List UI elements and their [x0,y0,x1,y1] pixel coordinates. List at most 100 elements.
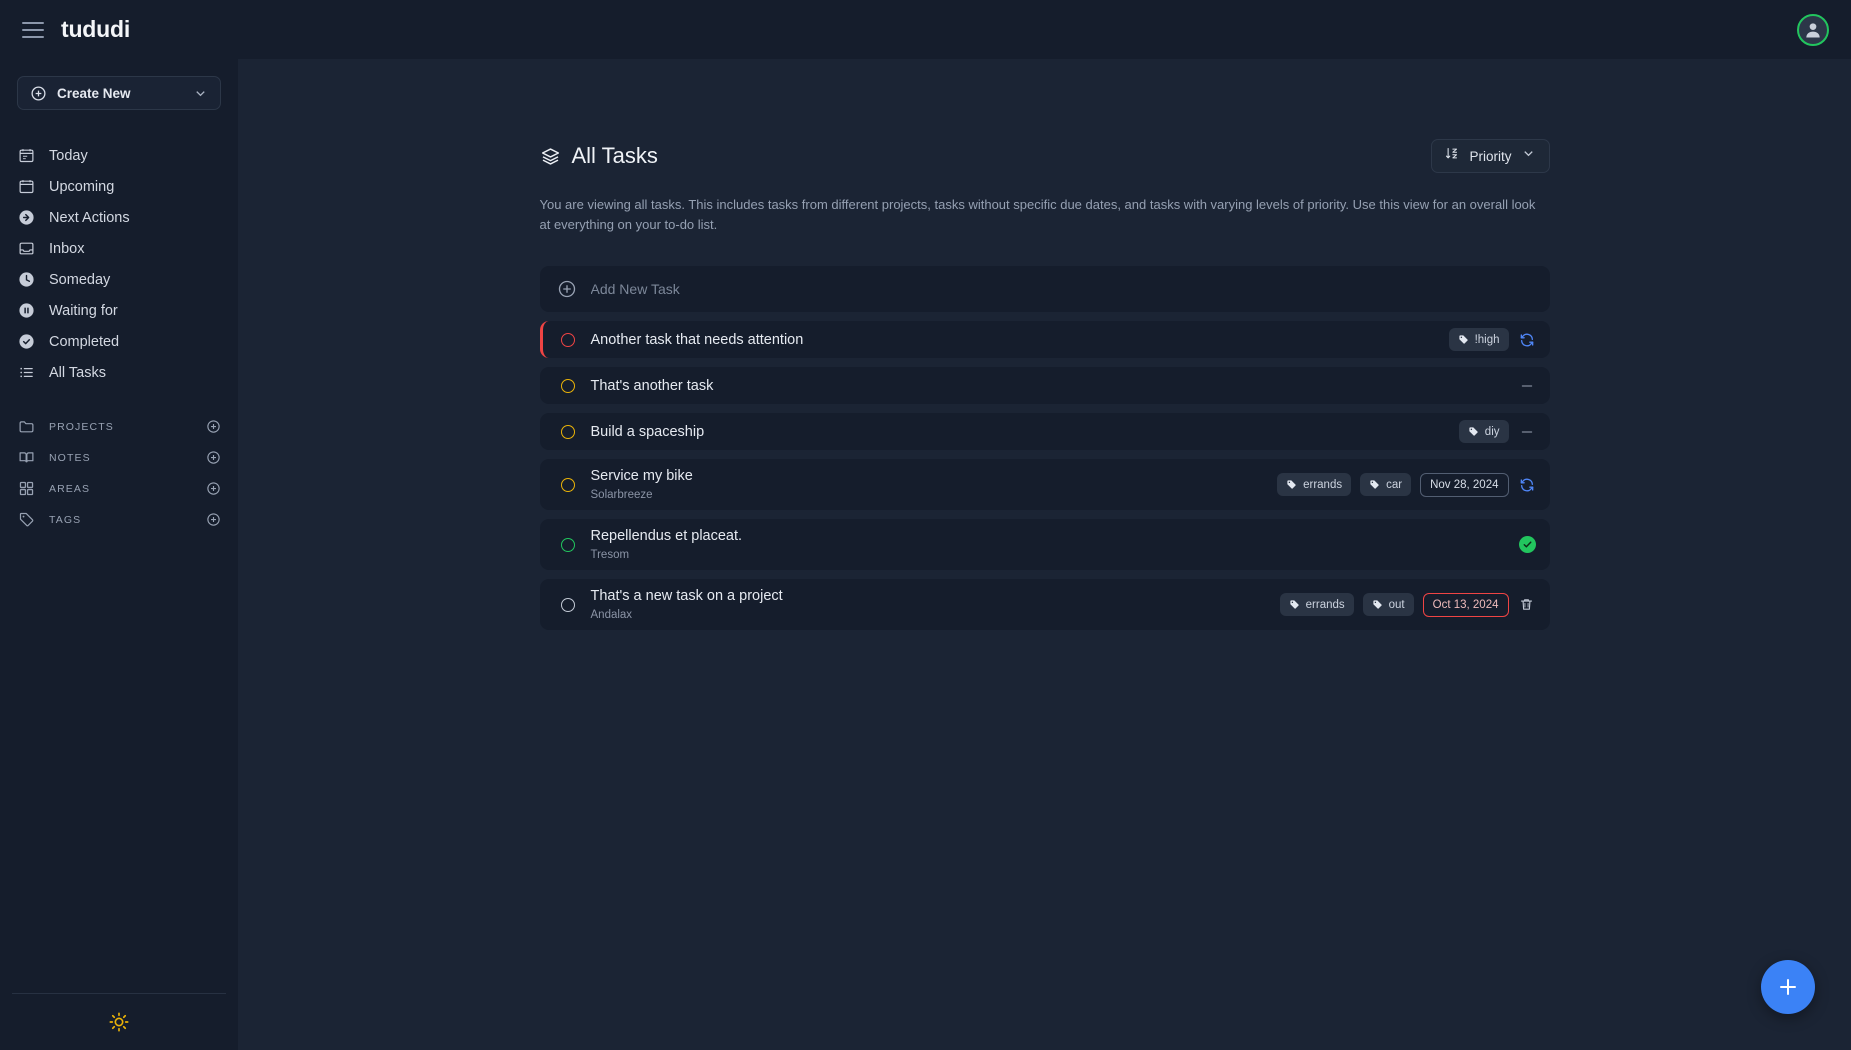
task-main: Service my bike Solarbreeze [591,466,1278,503]
task-actions [1518,377,1536,395]
section-label: PROJECTS [49,420,114,433]
sidebar-section-areas[interactable]: AREAS [0,473,238,504]
page-header: All Tasks Priority [540,139,1550,173]
task-title: That's a new task on a project [590,588,783,604]
sidebar-section-notes[interactable]: NOTES [0,442,238,473]
task-main: Build a spaceship [591,422,1459,442]
sidebar-section-projects[interactable]: PROJECTS [0,411,238,442]
sidebar-section-tags[interactable]: TAGS [0,504,238,535]
dash-icon[interactable] [1518,423,1536,441]
sidebar-item-next-actions[interactable]: Next Actions [0,202,238,233]
tag-icon [1458,334,1469,345]
arrow-right-circle-icon [17,208,36,227]
dash-icon[interactable] [1518,377,1536,395]
sidebar-item-inbox[interactable]: Inbox [0,233,238,264]
sidebar-item-today[interactable]: Today [0,140,238,171]
sidebar-item-all-tasks[interactable]: All Tasks [0,357,238,388]
sidebar-item-label: Someday [49,271,111,288]
sidebar-item-upcoming[interactable]: Upcoming [0,171,238,202]
section-label: TAGS [49,513,82,526]
task-row[interactable]: Service my bike Solarbreeze errands car … [539,459,1550,510]
app-brand-title: tududi [61,16,131,42]
task-title: Another task that needs attention [590,331,804,348]
add-project-button[interactable] [205,419,221,435]
done-check-icon[interactable] [1518,536,1536,553]
task-row[interactable]: Another task that needs attention !high [539,321,1550,358]
task-checkbox[interactable] [560,477,575,492]
book-open-icon [17,448,36,467]
task-checkbox[interactable] [560,597,575,612]
chevron-down-icon [196,90,205,96]
user-avatar[interactable] [1797,13,1829,46]
sidebar-item-waiting-for[interactable]: Waiting for [0,295,238,326]
refresh-icon[interactable] [1518,331,1536,349]
sun-icon[interactable] [108,1011,130,1033]
task-row[interactable]: That's another task [539,367,1550,404]
task-actions [1518,536,1536,553]
add-new-task-bar[interactable] [539,266,1550,312]
task-checkbox[interactable] [560,332,575,347]
hamburger-menu-icon[interactable] [22,21,44,38]
add-task-fab[interactable] [1761,960,1815,1014]
tag-icon [17,510,36,529]
add-tag-button[interactable] [205,512,221,528]
sidebar-item-someday[interactable]: Someday [0,264,238,295]
task-checkbox[interactable] [560,537,575,552]
task-main: Another task that needs attention [591,330,1449,350]
task-project: Andalax [590,609,633,621]
task-row[interactable]: Build a spaceship diy [539,413,1550,450]
layers-icon [540,146,561,167]
task-checkbox[interactable] [560,424,575,439]
task-tag[interactable]: car [1360,473,1412,496]
squares-grid-icon [17,479,36,498]
task-tag-label: out [1388,598,1405,611]
add-area-button[interactable] [205,481,221,497]
tag-icon [1372,599,1383,610]
pause-circle-icon [17,301,36,320]
task-tag[interactable]: out [1362,593,1414,616]
clock-icon [17,270,36,289]
page-title: All Tasks [540,143,658,169]
user-avatar-icon [1806,22,1820,37]
sidebar: Create New Today Upcoming Next Actions I… [0,59,238,1050]
trash-icon[interactable] [1518,596,1536,614]
add-new-task-input[interactable] [590,281,1533,297]
sort-dropdown[interactable]: Priority [1431,139,1550,173]
sidebar-item-label: Completed [49,333,120,350]
calendar-icon [17,177,36,196]
section-label: AREAS [49,482,91,495]
task-tag[interactable]: errands [1279,593,1354,616]
sidebar-item-completed[interactable]: Completed [0,326,238,357]
task-tag[interactable]: !high [1448,328,1509,351]
task-checkbox[interactable] [560,378,575,393]
refresh-icon[interactable] [1518,476,1536,494]
task-due-date[interactable]: Nov 28, 2024 [1420,472,1509,497]
add-note-button[interactable] [205,450,221,466]
sidebar-item-label: Waiting for [49,302,118,319]
task-tag[interactable]: diy [1458,420,1509,443]
task-project: Tresom [590,549,630,561]
task-row[interactable]: That's a new task on a project Andalax e… [539,579,1550,630]
folder-icon [17,417,36,436]
sidebar-item-label: Today [49,147,88,164]
task-tag-label: diy [1484,425,1500,438]
page-title-text: All Tasks [571,143,658,168]
task-tag[interactable]: errands [1277,473,1352,496]
sort-label: Priority [1469,148,1512,164]
top-bar: tududi [0,0,1851,59]
plus-circle-icon [557,279,577,299]
create-new-label: Create New [57,85,131,101]
create-new-button[interactable]: Create New [17,76,221,110]
task-main: That's another task [591,376,1518,396]
plus-icon [1780,979,1796,995]
section-label: NOTES [49,451,91,464]
task-row[interactable]: Repellendus et placeat. Tresom [539,519,1550,570]
chevron-down-icon [1521,146,1536,166]
task-project: Solarbreeze [590,489,653,501]
tag-icon [1289,599,1300,610]
sidebar-footer [12,993,226,1050]
app-shell: Create New Today Upcoming Next Actions I… [0,59,1851,1050]
task-due-date[interactable]: Oct 13, 2024 [1422,592,1509,617]
sidebar-item-label: Next Actions [49,209,130,226]
